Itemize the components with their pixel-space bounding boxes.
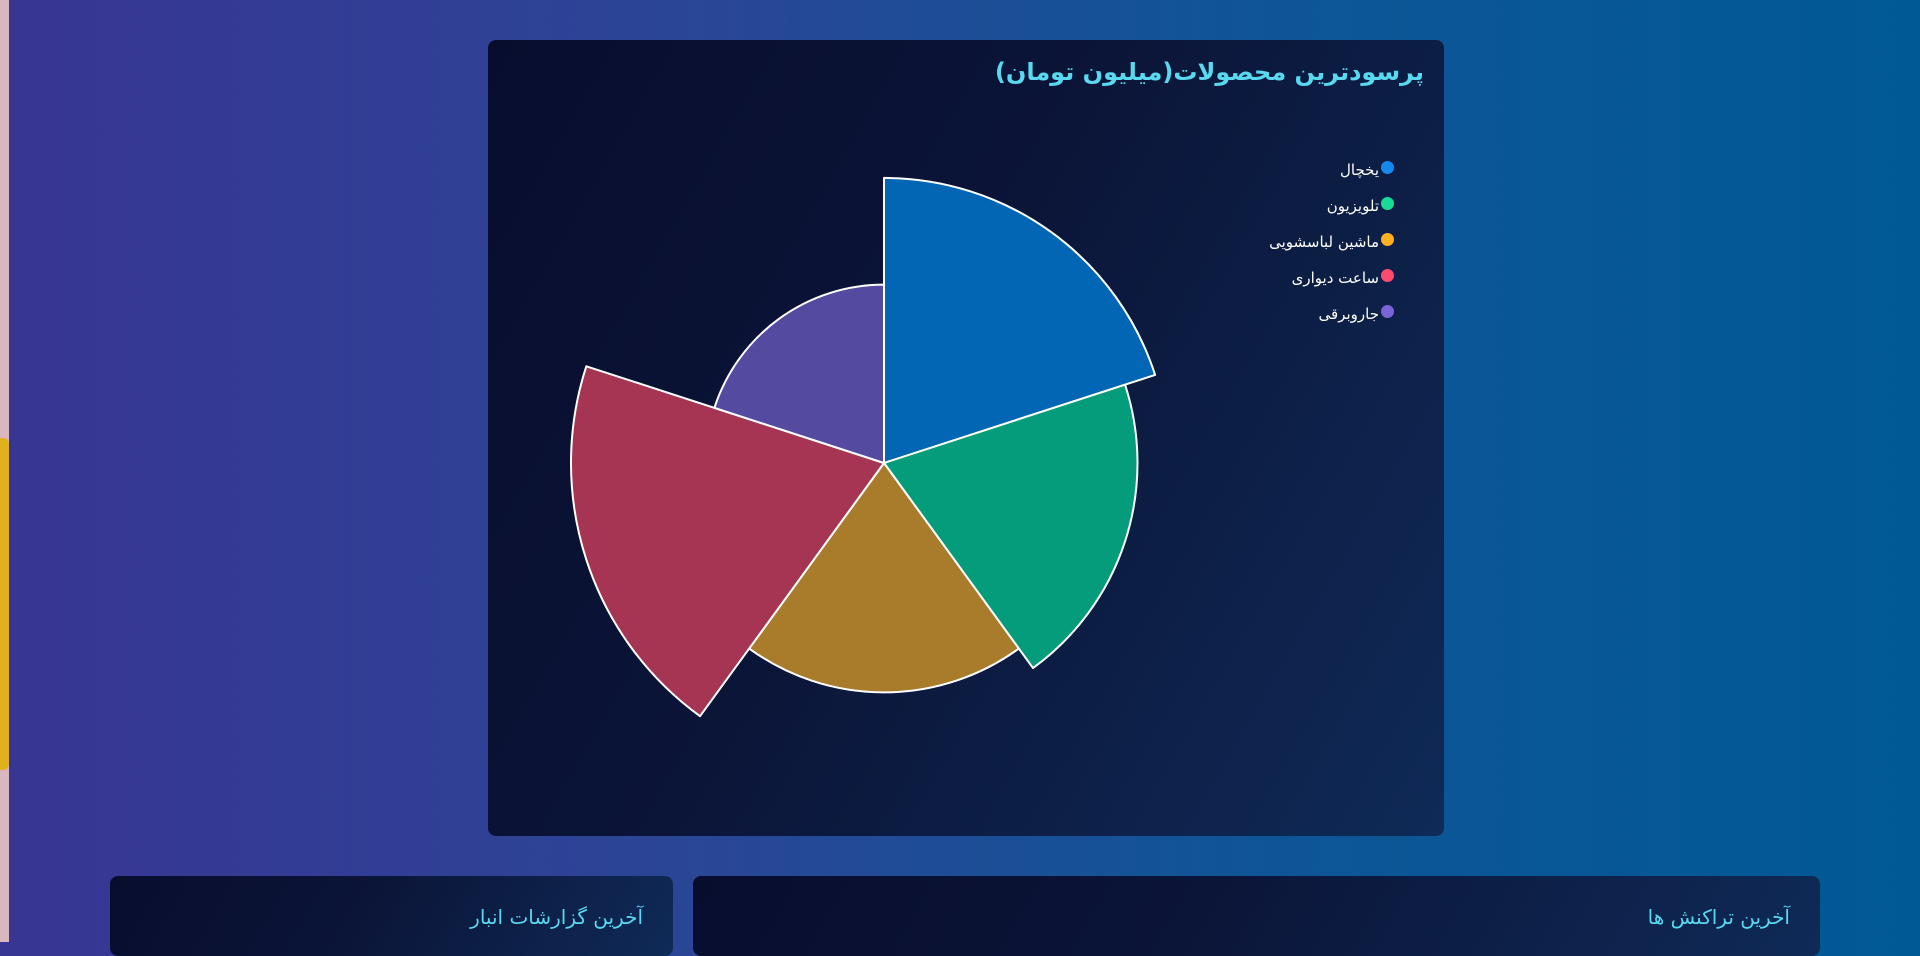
legend-label: یخچال (1339, 161, 1379, 179)
warehouse-reports-card: آخرین گزارشات انبار (110, 876, 673, 956)
warehouse-reports-title: آخرین گزارشات انبار (470, 905, 643, 929)
chart-title: پرسودترین محصولات(میلیون تومان) (994, 58, 1424, 86)
legend-dot-icon (1381, 160, 1394, 174)
legend-dot-icon (1381, 196, 1394, 210)
legend-item-washing-machine[interactable]: ماشین لباسشویی (1269, 224, 1394, 260)
legend-item-tv[interactable]: تلویزیون (1269, 188, 1394, 224)
legend-dot-icon (1381, 232, 1394, 246)
legend-dot-icon (1381, 304, 1394, 318)
legend-item-fridge[interactable]: یخچال (1269, 152, 1394, 188)
legend-item-vacuum[interactable]: جاروبرقی (1269, 296, 1394, 332)
legend-item-wall-clock[interactable]: ساعت دیواری (1269, 260, 1394, 296)
chart-legend: یخچال تلویزیون ماشین لباسشویی ساعت دیوار… (1269, 152, 1394, 332)
legend-label: تلویزیون (1326, 197, 1379, 215)
transactions-title: آخرین تراکنش ها (1647, 905, 1790, 929)
transactions-card: آخرین تراکنش ها (693, 876, 1820, 956)
top-products-card: پرسودترین محصولات(میلیون تومان) یخچال تل… (488, 40, 1444, 836)
legend-label: ساعت دیواری (1291, 269, 1379, 287)
legend-label: جاروبرقی (1318, 305, 1379, 323)
left-scroll-handle[interactable] (0, 438, 9, 770)
legend-label: ماشین لباسشویی (1269, 233, 1379, 251)
legend-dot-icon (1381, 268, 1394, 282)
